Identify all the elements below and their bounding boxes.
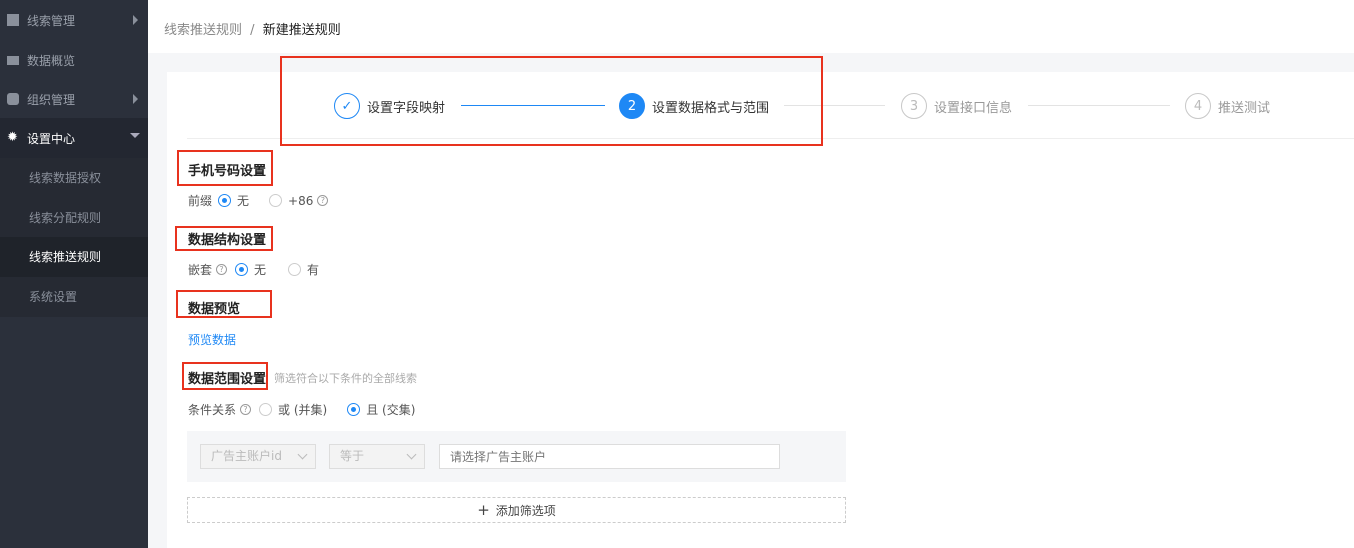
chart-icon [7, 55, 19, 65]
sidebar-item-overview[interactable]: 数据概览 [0, 40, 148, 80]
sidebar-sub-push[interactable]: 线索推送规则 [0, 237, 148, 277]
operator-select[interactable]: 等于 [329, 444, 425, 469]
sidebar-sub-assign[interactable]: 线索分配规则 [0, 198, 148, 238]
radio-86[interactable] [269, 194, 283, 207]
chevron-down-icon [406, 449, 417, 460]
sidebar-item-leads[interactable]: 线索管理 [0, 0, 148, 40]
add-filter-button[interactable]: + 添加筛选项 [187, 497, 846, 523]
highlight-box [177, 150, 273, 186]
phone-prefix-row: 前缀 无 +86 ? [188, 192, 329, 209]
header: 线索推送规则 / 新建推送规则 [148, 0, 1354, 53]
radio-nest-yes[interactable] [288, 263, 302, 276]
sidebar-sub-system[interactable]: 系统设置 [0, 277, 148, 317]
plus-icon: + [477, 501, 490, 519]
step-3: 3 设置接口信息 [901, 93, 1012, 119]
radio-or[interactable] [259, 403, 273, 416]
account-input[interactable] [439, 444, 780, 469]
breadcrumb-current: 新建推送规则 [262, 23, 341, 38]
chevron-right-icon [133, 94, 138, 104]
help-icon[interactable]: ? [216, 264, 228, 275]
highlight-box [280, 56, 823, 146]
radio-and[interactable] [347, 403, 361, 416]
sidebar: 线索管理 数据概览 组织管理 ✹ 设置中心 线索数据授权 线索分配规则 线索推送规… [0, 0, 148, 548]
gear-icon: ✹ [7, 130, 18, 145]
highlight-box [176, 290, 272, 318]
preview-data-link[interactable]: 预览数据 [188, 331, 236, 348]
breadcrumb-parent[interactable]: 线索推送规则 [164, 23, 242, 38]
book-icon [7, 14, 19, 26]
cube-icon [7, 93, 19, 105]
chevron-right-icon [133, 15, 138, 25]
chevron-down-icon [297, 449, 308, 460]
step-4: 4 推送测试 [1185, 93, 1270, 119]
sidebar-sub-auth[interactable]: 线索数据授权 [0, 158, 148, 198]
field-select[interactable]: 广告主账户id [200, 444, 316, 469]
breadcrumb: 线索推送规则 / 新建推送规则 [164, 23, 341, 38]
sidebar-item-org[interactable]: 组织管理 [0, 79, 148, 119]
chevron-down-icon [130, 133, 140, 138]
sidebar-item-settings[interactable]: ✹ 设置中心 [0, 118, 148, 158]
nesting-row: 嵌套 ? 无 有 [188, 263, 320, 277]
radio-nest-none[interactable] [235, 263, 249, 276]
condition-row: 条件关系 ? 或 (并集) 且 (交集) [188, 403, 416, 417]
highlight-box [182, 362, 268, 390]
help-icon[interactable]: ? [240, 404, 252, 415]
range-hint: 筛选符合以下条件的全部线索 [274, 372, 417, 385]
radio-none[interactable] [218, 194, 232, 207]
highlight-box [175, 226, 273, 251]
help-icon[interactable]: ? [317, 195, 329, 206]
step-connector [1028, 105, 1170, 106]
